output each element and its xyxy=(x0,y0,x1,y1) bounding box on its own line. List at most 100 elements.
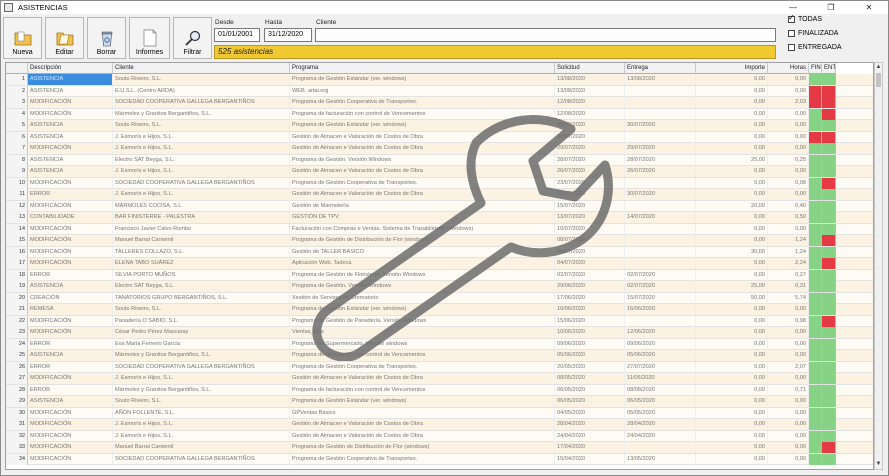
cell-horas[interactable]: 0,00 xyxy=(768,442,809,453)
cell-solicitud[interactable]: 02/07/2020 xyxy=(555,269,625,281)
cell-descripcion[interactable]: MODIFICACIÓN xyxy=(28,177,113,189)
cell-programa[interactable]: Programa de facturación con control de V… xyxy=(290,108,555,120)
cell-importe[interactable]: 0,00 xyxy=(696,108,768,120)
cell-programa[interactable]: Gestión de Almacen e Valoración de Costo… xyxy=(290,131,555,143)
cell-cliente[interactable]: Souto Riveiro, S.L. xyxy=(113,74,290,85)
cell-horas[interactable]: 0,00 xyxy=(768,108,809,120)
cell-cliente[interactable]: Souto Riveiro, S.L. xyxy=(113,120,290,131)
cell-cliente[interactable]: Panadería O SABIO, S.L. xyxy=(113,315,290,327)
cell-programa[interactable]: Gestión de Almacen e Valoración de Costo… xyxy=(290,430,555,442)
cell-descripcion[interactable]: CONTABILIDADE xyxy=(28,212,113,223)
cell-entrega[interactable] xyxy=(625,442,696,453)
cell-descripcion[interactable]: MODIFICACIÓN xyxy=(28,223,113,235)
cell-solicitud[interactable]: 08/05/2020 xyxy=(555,373,625,384)
cell-horas[interactable]: 0,00 xyxy=(768,453,809,465)
scroll-up-arrow-icon[interactable]: ▲ xyxy=(875,63,882,72)
todas-check-box[interactable] xyxy=(788,13,795,23)
desde-field[interactable]: 01/01/2001 xyxy=(214,28,260,42)
cell-importe[interactable]: 0,00 xyxy=(696,74,768,85)
cell-importe[interactable]: 0,00 xyxy=(696,442,768,453)
cell-descripcion[interactable]: ERROR xyxy=(28,338,113,350)
cell-programa[interactable]: Programa de Gestión Estándar (ver. windo… xyxy=(290,304,555,315)
cell-horas[interactable]: 0,25 xyxy=(768,154,809,166)
cell-descripcion[interactable]: MODIFICACIÓN xyxy=(28,258,113,269)
cell-solicitud[interactable]: 16/06/2020 xyxy=(555,304,625,315)
cell-importe[interactable]: 0,00 xyxy=(696,223,768,235)
close-button[interactable]: ✕ xyxy=(850,1,888,14)
table-row[interactable]: 10 MODIFICACIÓN SOCIEDAD COOPERATIVA GALLE… xyxy=(6,177,873,189)
cell-programa[interactable]: Gestión de Marmolería xyxy=(290,200,555,212)
cell-descripcion[interactable]: MODIFICACIÓN xyxy=(28,442,113,453)
cell-importe[interactable]: 0,00 xyxy=(696,430,768,442)
cell-horas[interactable]: 0,08 xyxy=(768,177,809,189)
cell-solicitud[interactable]: 13/08/2020 xyxy=(555,85,625,97)
cell-entrega[interactable] xyxy=(625,200,696,212)
cell-importe[interactable]: 0,00 xyxy=(696,212,768,223)
table-row[interactable]: 15 MODIFICACIÓN Manuel Barral Cantemil Prog… xyxy=(6,235,873,247)
cell-importe[interactable]: 30,00 xyxy=(696,246,768,258)
cell-horas[interactable]: 0,00 xyxy=(768,189,809,200)
cell-programa[interactable]: Gestión de Almacen e Valoración de Costo… xyxy=(290,419,555,430)
cell-horas[interactable]: 0,98 xyxy=(768,315,809,327)
header-solicitud[interactable]: Solicitud xyxy=(555,63,625,74)
cell-importe[interactable]: 0,00 xyxy=(696,419,768,430)
cell-descripcion[interactable]: MODIFICACIÓN xyxy=(28,143,113,154)
cell-horas[interactable]: 2,07 xyxy=(768,361,809,373)
cell-cliente[interactable]: Francisco Javier Calvo Rombo xyxy=(113,223,290,235)
table-row[interactable]: 2 ASISTENCIA E.U.S.L. (Centro ARDA) WEB. ar… xyxy=(6,85,873,97)
cell-solicitud[interactable]: 06/07/2020 xyxy=(555,246,625,258)
cell-importe[interactable]: 0,00 xyxy=(696,235,768,246)
cell-cliente[interactable]: J. Esmorís e Hijos, S.L. xyxy=(113,373,290,384)
cell-solicitud[interactable]: 30/07/2020 xyxy=(555,120,625,131)
table-row[interactable]: 8 ASISTENCIA Electro SAT Beyga, S.L. Progra… xyxy=(6,154,873,166)
cell-cliente[interactable]: J. Esmorís e Hijos, S.L. xyxy=(113,166,290,177)
cell-importe[interactable]: 0,00 xyxy=(696,338,768,350)
cell-programa[interactable]: WEB. artai.org xyxy=(290,85,555,97)
cell-cliente[interactable]: MÁRMOLES COCISA, S.L. xyxy=(113,200,290,212)
cell-entrega[interactable]: 29/07/2020 xyxy=(625,143,696,154)
cell-importe[interactable]: 0,00 xyxy=(696,407,768,419)
cell-programa[interactable]: Programa de Gestión Estándar (ver. windo… xyxy=(290,396,555,407)
cell-entrega[interactable] xyxy=(625,97,696,108)
cell-horas[interactable]: 0,00 xyxy=(768,396,809,407)
cell-programa[interactable]: Programa de Gestión de Panadería. Versió… xyxy=(290,315,555,327)
cell-descripcion[interactable]: ASISTENCIA xyxy=(28,74,113,85)
cell-programa[interactable]: Programa de Gestión. Versión Windows xyxy=(290,281,555,292)
cell-descripcion[interactable]: MODIFICACIÓN xyxy=(28,200,113,212)
cell-horas[interactable]: 0,00 xyxy=(768,223,809,235)
cell-cliente[interactable]: AÑÓN FOLLENTE, S.L. xyxy=(113,407,290,419)
cell-entrega[interactable]: 02/07/2020 xyxy=(625,281,696,292)
cell-programa[interactable]: Programa de Gestión de Floristería. Vers… xyxy=(290,269,555,281)
table-row[interactable]: 30 MODIFICACIÓN AÑÓN FOLLENTE, S.L. GPVenta… xyxy=(6,407,873,419)
cell-solicitud[interactable]: 15/07/2020 xyxy=(555,200,625,212)
cell-cliente[interactable]: SOCIEDAD COOPERATIVA GALLEGA BERGANTIÑOS xyxy=(113,453,290,465)
cell-entrega[interactable]: 05/05/2020 xyxy=(625,407,696,419)
cell-programa[interactable]: Programa de facturación con control de V… xyxy=(290,384,555,396)
cell-cliente[interactable]: TALLERES COLLAZO, S.L. xyxy=(113,246,290,258)
cell-descripcion[interactable]: MODIFICACIÓN xyxy=(28,327,113,338)
cell-horas[interactable]: 0,50 xyxy=(768,212,809,223)
cell-solicitud[interactable]: 12/08/2020 xyxy=(555,97,625,108)
cell-cliente[interactable]: J. Esmorís e Hijos, S.L. xyxy=(113,430,290,442)
cell-importe[interactable]: 0,00 xyxy=(696,120,768,131)
cell-programa[interactable]: Vientas_plus xyxy=(290,327,555,338)
cell-cliente[interactable]: Electro SAT Beyga, S.L. xyxy=(113,154,290,166)
cell-importe[interactable]: 0,00 xyxy=(696,384,768,396)
cell-importe[interactable]: 0,00 xyxy=(696,327,768,338)
cell-importe[interactable]: 25,00 xyxy=(696,154,768,166)
header-horas[interactable]: Horas xyxy=(768,63,809,74)
cell-descripcion[interactable]: ASISTENCIA xyxy=(28,350,113,361)
cell-entrega[interactable]: 02/07/2020 xyxy=(625,269,696,281)
cell-descripcion[interactable]: ERROR xyxy=(28,361,113,373)
cell-importe[interactable]: 0,00 xyxy=(696,269,768,281)
cell-solicitud[interactable]: 30/07/2020 xyxy=(555,131,625,143)
cell-importe[interactable]: 0,00 xyxy=(696,258,768,269)
cell-horas[interactable]: 0,00 xyxy=(768,304,809,315)
cell-solicitud[interactable]: 09/06/2020 xyxy=(555,338,625,350)
cell-importe[interactable]: 0,00 xyxy=(696,85,768,97)
table-row[interactable]: 16 MODIFICACIÓN TALLERES COLLAZO, S.L. Gest… xyxy=(6,246,873,258)
table-row[interactable]: 27 MODIFICACIÓN J. Esmorís e Hijos, S.L. Ge… xyxy=(6,373,873,385)
cell-solicitud[interactable]: 29/06/2020 xyxy=(555,281,625,292)
cell-solicitud[interactable]: 06/05/2020 xyxy=(555,396,625,407)
table-row[interactable]: 18 ERROR SILVIA PORTO MUÑOS Programa de Ges… xyxy=(6,269,873,281)
